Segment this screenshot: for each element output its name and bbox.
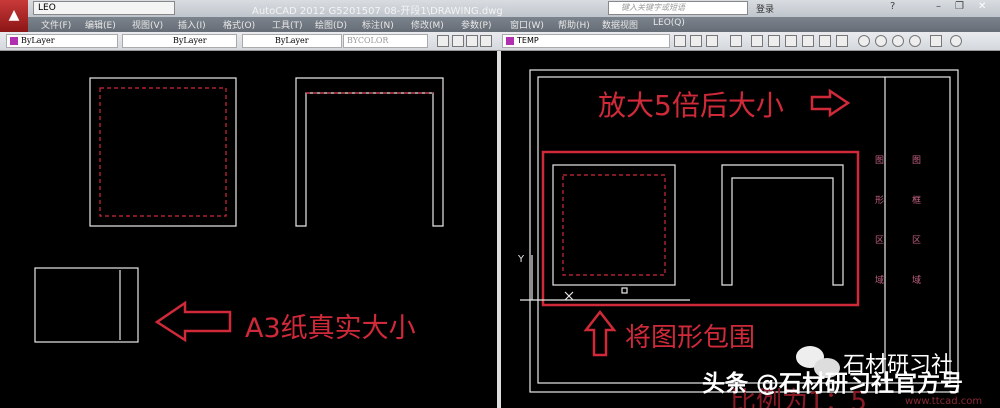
col2-char: 域 [912,274,921,286]
menu-modify[interactable]: 修改(M) [411,18,444,31]
left-view-icon[interactable] [785,35,797,47]
left-viewport [34,77,444,343]
maximize-button[interactable]: ❐ [955,1,964,12]
layer-value: TEMP [517,36,539,45]
col2-char: 区 [912,235,921,246]
layer-previous-icon[interactable] [674,35,686,47]
layer-select[interactable]: TEMP [502,34,670,48]
workspace-select[interactable]: LEO [33,1,175,15]
camera-icon[interactable] [930,35,942,47]
make-current-icon[interactable] [706,35,718,47]
a3-sheet [34,267,139,343]
frame-shape [295,77,444,227]
enlarged-label: 放大5倍后大小 [598,89,784,122]
color-select[interactable]: ByLayer [6,34,118,48]
lineweight-select[interactable]: ByLayer [242,34,342,48]
menu-dimension[interactable]: 标注(N) [362,18,394,31]
left-arrow-icon [154,300,232,343]
viewport-divider [497,51,501,408]
col1-char: 形 [875,194,884,206]
title-block-text: 图 形 区 域 图 框 区 域 [875,155,921,286]
menu-edit[interactable]: 编辑(E) [85,18,116,31]
menu-insert[interactable]: 插入(I) [178,18,206,31]
zoom-icon[interactable] [950,35,962,47]
layer-on-icon[interactable] [452,35,464,47]
layer-freeze-icon[interactable] [466,35,478,47]
frame-shape-large [721,164,844,286]
ucs-y-label: Y [517,254,525,265]
col2-char: 框 [912,194,921,206]
minimize-button[interactable]: – [936,1,941,12]
color-value: ByLayer [21,36,55,45]
enclose-label: 将图形包围 [625,323,755,353]
layer-properties-icon[interactable] [437,35,449,47]
square-dashed-inner [99,87,227,217]
color-swatch [10,37,18,45]
help-button[interactable]: ? [890,1,895,12]
menu-tools[interactable]: 工具(T) [272,18,303,31]
col2-char: 图 [912,155,921,166]
back-view-icon[interactable] [836,35,848,47]
view-icon[interactable] [730,35,742,47]
window-title: AutoCAD 2012 G5201507 08-开段1\DRAWING.dwg [252,6,503,17]
menu-leo[interactable]: LEO(Q) [653,18,685,28]
enclose-rect [541,150,860,307]
byline-watermark: 头条 @石材研习社官方号 [702,370,963,397]
right-view-icon[interactable] [802,35,814,47]
iso-ne-icon[interactable] [892,35,904,47]
menu-parametric[interactable]: 参数(P) [461,18,491,31]
col1-char: 图 [875,155,884,166]
autocad-logo-icon[interactable]: ▲ [0,0,28,33]
layer-lock-icon[interactable] [480,35,492,47]
layer-state-icon[interactable] [690,35,702,47]
up-arrow-icon [583,309,617,357]
col1-char: 区 [875,235,884,246]
right-arrow-icon [810,88,851,118]
layer-color-swatch [506,36,514,45]
login-button[interactable]: 登录 [756,2,774,15]
menu-window[interactable]: 窗口(W) [510,18,544,31]
bottom-view-icon[interactable] [768,35,780,47]
iso-sw-icon[interactable] [858,35,870,47]
title-bar: LEO AutoCAD 2012 G5201507 08-开段1\DRAWING… [0,0,1000,17]
top-view-icon[interactable] [751,35,763,47]
menu-draw[interactable]: 绘图(D) [315,18,347,31]
menu-view[interactable]: 视图(V) [132,18,163,31]
menu-bar: 文件(F) 编辑(E) 视图(V) 插入(I) 格式(O) 工具(T) 绘图(D… [28,17,1000,32]
front-view-icon[interactable] [819,35,831,47]
linetype-select[interactable]: ByLayer [122,34,237,48]
menu-help[interactable]: 帮助(H) [558,18,590,31]
properties-toolbar: ByLayer ByLayer ByLayer BYCOLOR TEMP [0,32,1000,51]
plotstyle-select[interactable]: BYCOLOR [343,34,428,48]
site-watermark: www.ttcad.com [905,396,982,407]
iso-nw-icon[interactable] [909,35,921,47]
menu-format[interactable]: 格式(O) [223,18,255,31]
close-button[interactable]: ✕ [978,1,986,12]
a3-label: A3纸真实大小 [245,313,416,344]
ucs-icon [520,255,690,301]
iso-se-icon[interactable] [875,35,887,47]
square-shape [89,77,237,227]
search-input[interactable]: 键入关键字或短语 [608,1,748,15]
menu-file[interactable]: 文件(F) [41,18,71,31]
menu-data-view[interactable]: 数据视图 [602,18,638,31]
col1-char: 域 [875,274,884,286]
square-shape-large [552,164,676,286]
